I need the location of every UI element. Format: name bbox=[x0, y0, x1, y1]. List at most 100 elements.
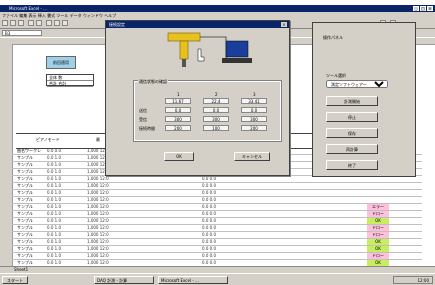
table-row[interactable]: サンプル 0.0 1.0 1,000 12:0 0.0 0.0 ドロー bbox=[12, 232, 422, 239]
tool-select[interactable]: 測定ソフトウェアー bbox=[326, 80, 388, 88]
ok-button[interactable]: OK bbox=[164, 152, 194, 161]
table-cell: 0.0 1.0 bbox=[47, 211, 61, 216]
probe-icon bbox=[167, 32, 201, 67]
table-cell: 0.0 0.0 bbox=[202, 232, 216, 237]
start-measure-button[interactable]: 計測開始 bbox=[326, 96, 378, 106]
summary-mini-table: 全体 数 合計 合計 bbox=[46, 74, 94, 87]
table-cell: サンプル bbox=[17, 253, 33, 258]
paste-icon[interactable] bbox=[62, 20, 68, 26]
table-cell: 0.0 0.0 bbox=[202, 246, 216, 251]
table-cell: 0.0 0.0 bbox=[202, 239, 216, 244]
status-text: ドロー bbox=[372, 253, 384, 258]
taskbar-app[interactable]: Microsoft Excel - ... bbox=[158, 276, 228, 284]
value-cell: 200 bbox=[241, 125, 267, 131]
status-badge: OK bbox=[367, 239, 389, 245]
windows-taskbar: スタート DAQ 計測 - 計算 Microsoft Excel - ... 1… bbox=[0, 273, 435, 285]
dialog-close-icon[interactable]: × bbox=[281, 22, 287, 27]
table-cell: 0.0 1.0 bbox=[47, 225, 61, 230]
table-row[interactable]: サンプル 0.0 1.0 1,000 12:0 0.0 0.0 ドロー bbox=[12, 225, 422, 232]
table-row[interactable]: サンプル 0.0 1.0 1,000 12:0 0.0 0.0 エラー bbox=[12, 204, 422, 211]
table-cell: 0.0 1.0 bbox=[47, 239, 61, 244]
table-row[interactable]: サンプル 0.0 1.0 1,000 12:0 0.0 0.0 bbox=[12, 197, 422, 204]
table-cell: 0.0 0.0 bbox=[202, 253, 216, 258]
table-cell: サンプル bbox=[17, 183, 33, 188]
table-row[interactable]: サンプル 0.0 1.0 1,000 12:0 0.0 0.0 bbox=[12, 176, 422, 183]
table-cell: 1,000 12:0 bbox=[87, 246, 109, 251]
table-row[interactable]: サンプル 0.0 1.0 1,000 12:0 0.0 0.0 OK bbox=[12, 218, 422, 225]
previous-apply-button[interactable]: 前回適用 bbox=[46, 56, 76, 69]
table-row[interactable]: サンプル 0.0 1.0 1,000 12:0 0.0 0.0 OK bbox=[12, 239, 422, 246]
table-cell: 1,000 12:0 bbox=[87, 204, 109, 209]
status-badge: OK bbox=[367, 218, 389, 224]
table-cell: 1,000 12:0 bbox=[87, 253, 109, 258]
device-illustration bbox=[167, 32, 252, 67]
value-cell: 11.67 bbox=[165, 98, 191, 104]
table-row[interactable]: サンプル 0.0 1.0 1,000 12:0 0.0 0.0 bbox=[12, 190, 422, 197]
stop-button[interactable]: 停止 bbox=[326, 112, 378, 122]
start-button[interactable]: スタート bbox=[2, 276, 28, 284]
connection-dialog: 接続設定 × 通信状態の確認 1 2 3 11.67 22.4 33.41 送信… bbox=[105, 20, 290, 176]
table-row[interactable]: サンプル 0.0 1.0 1,000 12:0 0.0 0.0 ドロー bbox=[12, 211, 422, 218]
close-icon[interactable]: × bbox=[427, 6, 433, 11]
recalc-button[interactable]: 再計算 bbox=[326, 144, 378, 154]
save-button[interactable]: 保存 bbox=[326, 128, 378, 138]
table-row[interactable]: サンプル 0.0 1.0 1,000 12:0 0.0 0.0 OK bbox=[12, 246, 422, 253]
exit-button[interactable]: 終了 bbox=[326, 160, 378, 170]
minimize-icon[interactable]: _ bbox=[413, 6, 419, 11]
table-cell: 0.0 0.0 bbox=[202, 190, 216, 195]
save-icon[interactable] bbox=[18, 20, 24, 26]
status-text: ドロー bbox=[372, 225, 384, 230]
taskbar-app[interactable]: DAQ 計測 - 計算 bbox=[94, 276, 154, 284]
header-cell: 最 bbox=[96, 137, 100, 142]
status-text: エラー bbox=[372, 204, 384, 209]
table-cell: 0.0 0.0 bbox=[202, 197, 216, 202]
taskbar-clock: 12:00 bbox=[393, 276, 433, 284]
status-badge: エラー bbox=[367, 204, 389, 210]
table-cell: 0.0 1.0 bbox=[47, 246, 61, 251]
name-box[interactable]: B3 bbox=[2, 30, 42, 36]
cut-icon[interactable] bbox=[46, 20, 52, 26]
preview-icon[interactable] bbox=[36, 20, 42, 26]
status-text: OK bbox=[375, 246, 381, 251]
value-cell: 200 bbox=[165, 125, 191, 131]
mini-row: 合計 合計 bbox=[47, 81, 93, 87]
table-row[interactable]: サンプル 0.0 1.0 1,000 12:0 0.0 0.0 bbox=[12, 183, 422, 190]
table-cell: サンプル bbox=[17, 204, 33, 209]
table-cell: 0.0 1.0 bbox=[47, 218, 61, 223]
status-group: 通信状態の確認 1 2 3 11.67 22.4 33.41 送信 0.0 0.… bbox=[133, 79, 282, 142]
table-cell: 0.0 0.0 bbox=[202, 176, 216, 181]
table-cell: サンプル bbox=[17, 232, 33, 237]
status-text: OK bbox=[375, 218, 381, 223]
table-cell: 0.0 0.0 bbox=[202, 211, 216, 216]
desktop-screen: Microsoft Excel - ... _ □ × ファイル 編集 表示 挿… bbox=[0, 0, 435, 285]
row-label-time: 接続時間 bbox=[139, 126, 155, 131]
table-cell: 0.0 1.0 bbox=[47, 204, 61, 209]
table-cell: 0.0 0.0 bbox=[202, 183, 216, 188]
print-icon[interactable] bbox=[28, 20, 34, 26]
table-cell: 1,000 12:0 bbox=[87, 225, 109, 230]
status-text: ドロー bbox=[372, 232, 384, 237]
table-cell: 0.0 1.0 bbox=[47, 183, 61, 188]
table-cell: 曲名ワークレ bbox=[17, 148, 41, 153]
value-cell: 300 bbox=[203, 116, 229, 122]
cancel-button[interactable]: キャンセル bbox=[234, 152, 270, 161]
table-cell: 1,000 12:0 bbox=[87, 218, 109, 223]
col-head: 3 bbox=[253, 92, 256, 97]
table-cell: 1,000 12:0 bbox=[87, 183, 109, 188]
copy-icon[interactable] bbox=[54, 20, 60, 26]
window-title: Microsoft Excel - ... bbox=[9, 6, 47, 11]
row-label-receive: 受信 bbox=[139, 117, 147, 122]
cable-line bbox=[200, 36, 227, 59]
open-file-icon[interactable] bbox=[10, 20, 16, 26]
maximize-icon[interactable]: □ bbox=[420, 6, 426, 11]
table-cell: 0.0 1.0 bbox=[47, 162, 61, 167]
status-badge: ドロー bbox=[367, 232, 389, 238]
table-cell: 1,000 12:0 bbox=[87, 232, 109, 237]
new-file-icon[interactable] bbox=[2, 20, 8, 26]
header-cell: ピアノモード bbox=[36, 137, 60, 142]
menu-items[interactable]: ファイル 編集 表示 挿入 書式 ツール データ ウィンドウ ヘルプ bbox=[2, 12, 116, 19]
row-label-send: 送信 bbox=[139, 108, 147, 113]
table-row[interactable]: サンプル 0.0 1.0 1,000 12:0 0.0 0.0 ドロー bbox=[12, 253, 422, 260]
table-cell: 0.0 0.0 bbox=[47, 148, 61, 153]
value-cell: 0.0 bbox=[241, 107, 267, 113]
